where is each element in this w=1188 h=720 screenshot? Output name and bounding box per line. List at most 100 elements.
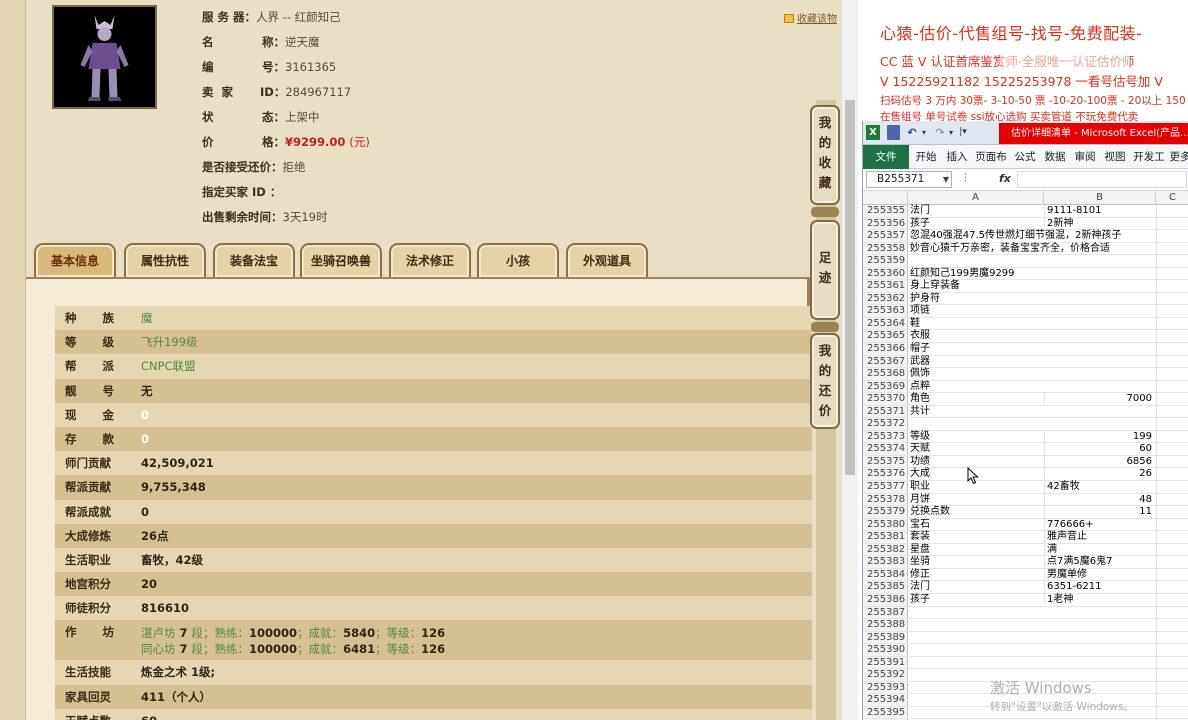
page-scrollbar[interactable] bbox=[841, 0, 858, 720]
excel-logo-icon[interactable]: X bbox=[866, 125, 880, 140]
cell-c[interactable] bbox=[1156, 644, 1188, 656]
tab-attributes[interactable]: 属性抗性 bbox=[124, 243, 206, 277]
footprints-button[interactable]: 足 迹 bbox=[810, 220, 840, 320]
row-header[interactable]: 255362 bbox=[863, 292, 908, 305]
cell-c[interactable] bbox=[1156, 581, 1188, 593]
cell-b[interactable]: 满 bbox=[1044, 543, 1156, 557]
select-all-corner[interactable] bbox=[863, 191, 908, 205]
cell-c[interactable] bbox=[1156, 380, 1188, 393]
cell-a[interactable]: 衣服 bbox=[909, 330, 1044, 343]
undo-dropdown-icon[interactable]: ▾ bbox=[920, 125, 928, 140]
cell-a[interactable]: 鞋 bbox=[909, 318, 1044, 331]
row-header[interactable]: 255364 bbox=[863, 317, 908, 330]
column-header[interactable]: B bbox=[1044, 191, 1156, 205]
cell-c[interactable] bbox=[1156, 280, 1188, 292]
tab-children[interactable]: 小孩 bbox=[477, 243, 559, 277]
name-box[interactable]: B255371 ▼ bbox=[866, 171, 952, 188]
cell-b[interactable]: 9111-8101 bbox=[1044, 205, 1156, 218]
my-favorites-button[interactable]: 我 的 收 藏 bbox=[810, 105, 840, 205]
ribbon-tab-home[interactable]: 开始 bbox=[911, 145, 941, 169]
row-header[interactable]: 255359 bbox=[863, 255, 908, 267]
cell-b[interactable]: 点7满5魔6鬼7 bbox=[1044, 556, 1156, 569]
cell-b[interactable]: 7000 bbox=[1044, 393, 1156, 406]
row-header[interactable]: 255361 bbox=[863, 280, 908, 292]
row-header[interactable]: 255356 bbox=[863, 217, 908, 230]
row-header[interactable]: 255395 bbox=[863, 706, 908, 719]
cell-a[interactable]: 忽混40强混47.5传世燃灯细节强混，2新神孩子 bbox=[909, 230, 1121, 243]
cell-c[interactable] bbox=[1156, 681, 1188, 694]
cell-c[interactable] bbox=[1156, 619, 1188, 631]
cell-a[interactable]: 天赋 bbox=[909, 443, 1044, 456]
redo-icon[interactable]: ↷ bbox=[933, 125, 947, 140]
row-header[interactable]: 255360 bbox=[863, 267, 908, 280]
cell-a[interactable]: 套装 bbox=[909, 531, 1044, 544]
ribbon-tab-review[interactable]: 审阅 bbox=[1071, 145, 1099, 169]
cell-b[interactable]: 48 bbox=[1044, 493, 1156, 507]
cell-a[interactable]: 佩饰 bbox=[909, 368, 1044, 381]
cell-a[interactable]: 武器 bbox=[909, 356, 1044, 369]
cell-c[interactable] bbox=[1156, 455, 1188, 468]
ribbon-tab-developer[interactable]: 开发工 bbox=[1131, 145, 1167, 169]
row-header[interactable]: 255380 bbox=[863, 518, 908, 531]
redo-dropdown-icon[interactable]: ▾ bbox=[947, 125, 955, 140]
cell-c[interactable] bbox=[1156, 430, 1188, 443]
row-header[interactable]: 255371 bbox=[863, 405, 908, 418]
row-header[interactable]: 255386 bbox=[863, 593, 908, 606]
cell-c[interactable] bbox=[1156, 217, 1188, 230]
cell-b[interactable]: 42畜牧 bbox=[1044, 481, 1156, 494]
cell-c[interactable] bbox=[1156, 468, 1188, 481]
cell-c[interactable] bbox=[1156, 706, 1188, 719]
cell-c[interactable] bbox=[1156, 493, 1188, 506]
cell-b[interactable]: 1老神 bbox=[1044, 593, 1156, 607]
row-header[interactable]: 255376 bbox=[863, 468, 908, 481]
chevron-down-icon[interactable]: ▼ bbox=[943, 172, 949, 187]
row-header[interactable]: 255382 bbox=[863, 543, 908, 556]
cell-c[interactable] bbox=[1156, 405, 1188, 418]
cell-a[interactable]: 修正 bbox=[909, 569, 1044, 582]
cell-c[interactable] bbox=[1156, 481, 1188, 493]
cell-c[interactable] bbox=[1156, 355, 1188, 368]
row-header[interactable]: 255367 bbox=[863, 355, 908, 368]
row-header[interactable]: 255358 bbox=[863, 242, 908, 255]
cell-b[interactable]: 26 bbox=[1044, 468, 1156, 482]
cell-c[interactable] bbox=[1156, 443, 1188, 455]
row-header[interactable]: 255392 bbox=[863, 669, 908, 681]
ribbon-tab-view[interactable]: 视图 bbox=[1101, 145, 1129, 169]
row-header[interactable]: 255388 bbox=[863, 619, 908, 631]
tab-appearance[interactable]: 外观道具 bbox=[566, 243, 648, 277]
cell-c[interactable] bbox=[1156, 669, 1188, 681]
cell-b[interactable]: 11 bbox=[1044, 506, 1156, 519]
cell-a[interactable]: 兑换点数 bbox=[909, 506, 1044, 519]
cell-c[interactable] bbox=[1156, 418, 1188, 430]
cell-c[interactable] bbox=[1156, 606, 1188, 619]
cell-a[interactable]: 孩子 bbox=[909, 218, 1044, 231]
ribbon-tab-insert[interactable]: 插入 bbox=[943, 145, 971, 169]
ribbon-tab-file[interactable]: 文件 bbox=[863, 145, 909, 169]
cell-a[interactable]: 等级 bbox=[909, 431, 1044, 444]
cell-b[interactable]: 6351-6211 bbox=[1044, 581, 1156, 594]
cell-c[interactable] bbox=[1156, 317, 1188, 330]
row-header[interactable]: 255369 bbox=[863, 380, 908, 393]
row-header[interactable]: 255377 bbox=[863, 481, 908, 493]
cell-c[interactable] bbox=[1156, 267, 1188, 280]
row-header[interactable]: 255389 bbox=[863, 631, 908, 644]
save-icon[interactable] bbox=[887, 125, 900, 140]
row-header[interactable]: 255357 bbox=[863, 230, 908, 242]
cell-a[interactable]: 护身符 bbox=[909, 293, 1044, 306]
row-header[interactable]: 255379 bbox=[863, 506, 908, 518]
cell-a[interactable]: 宝石 bbox=[909, 519, 1044, 532]
cell-c[interactable] bbox=[1156, 393, 1188, 405]
cell-c[interactable] bbox=[1156, 230, 1188, 242]
row-header[interactable]: 255368 bbox=[863, 368, 908, 380]
cell-c[interactable] bbox=[1156, 368, 1188, 380]
cell-c[interactable] bbox=[1156, 543, 1188, 556]
cell-c[interactable] bbox=[1156, 531, 1188, 543]
cell-a[interactable]: 坐骑 bbox=[909, 556, 1044, 569]
row-header[interactable]: 255378 bbox=[863, 493, 908, 506]
row-header[interactable]: 255366 bbox=[863, 343, 908, 355]
formula-input[interactable] bbox=[1017, 171, 1187, 188]
cell-c[interactable] bbox=[1156, 568, 1188, 581]
ribbon-tab-formulas[interactable]: 公式 bbox=[1011, 145, 1039, 169]
cell-a[interactable]: 角色 bbox=[909, 393, 1044, 406]
tab-equipment[interactable]: 装备法宝 bbox=[213, 243, 295, 277]
